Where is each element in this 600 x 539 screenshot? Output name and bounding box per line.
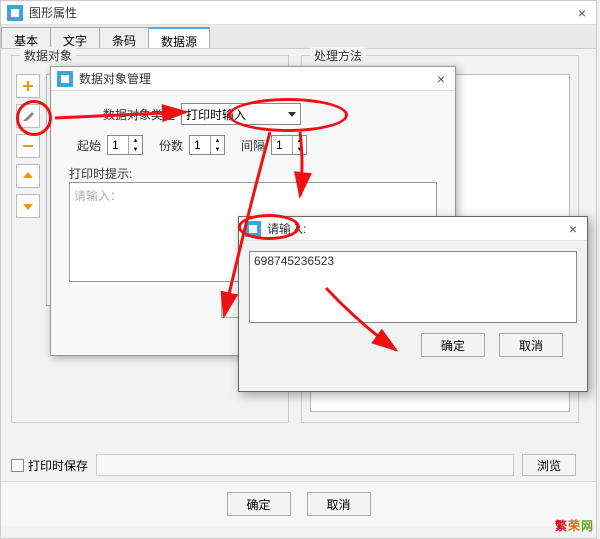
add-button[interactable] xyxy=(16,74,40,98)
start-spinner[interactable]: 1▲▼ xyxy=(107,135,143,155)
gap-label: 间隔 xyxy=(241,137,265,154)
tab-basic[interactable]: 基本 xyxy=(1,27,51,48)
save-bar: 打印时保存 浏览 xyxy=(11,452,576,478)
input-app-icon xyxy=(245,221,261,237)
copies-spinner[interactable]: 1▲▼ xyxy=(189,135,225,155)
gap-spinner[interactable]: 1▲▼ xyxy=(271,135,307,155)
main-cancel-button[interactable]: 取消 xyxy=(307,492,371,516)
input-titlebar: 请输入: × xyxy=(239,217,587,241)
type-label: 数据对象类型 xyxy=(103,106,175,123)
browse-button[interactable]: 浏览 xyxy=(522,454,576,476)
remove-button[interactable] xyxy=(16,134,40,158)
tab-text[interactable]: 文字 xyxy=(50,27,100,48)
prompt-label: 打印时提示: xyxy=(69,165,437,182)
fieldset-method-label: 处理方法 xyxy=(310,47,366,64)
copies-label: 份数 xyxy=(159,137,183,154)
input-text-field[interactable]: 698745236523 xyxy=(249,251,577,323)
input-dialog: 请输入: × 698745236523 确定 取消 xyxy=(238,216,588,392)
watermark: 繁荣网 xyxy=(555,514,594,535)
sub-close-icon[interactable]: × xyxy=(433,71,449,87)
save-on-print-checkbox[interactable] xyxy=(11,459,24,472)
save-path-field[interactable] xyxy=(96,454,514,476)
input-body: 698745236523 确定 取消 xyxy=(239,241,587,367)
fieldset-dataobj-label: 数据对象 xyxy=(20,47,76,64)
side-button-column xyxy=(16,74,40,218)
input-close-icon[interactable]: × xyxy=(565,221,581,237)
sub-titlebar: 数据对象管理 × xyxy=(51,67,455,91)
type-value: 打印时输入 xyxy=(186,106,246,123)
save-on-print-label: 打印时保存 xyxy=(28,457,88,474)
main-ok-button[interactable]: 确定 xyxy=(227,492,291,516)
close-icon[interactable]: × xyxy=(574,5,590,21)
sub-title: 数据对象管理 xyxy=(79,70,433,87)
move-up-button[interactable] xyxy=(16,164,40,188)
main-title: 图形属性 xyxy=(29,4,574,21)
sub-app-icon xyxy=(57,71,73,87)
input-value: 698745236523 xyxy=(254,254,334,268)
type-combobox[interactable]: 打印时输入 xyxy=(181,103,301,125)
main-dialog-buttons: 确定 取消 xyxy=(1,481,596,526)
chevron-down-icon xyxy=(288,112,296,117)
start-label: 起始 xyxy=(77,137,101,154)
tabs-bar: 基本 文字 条码 数据源 xyxy=(1,25,596,49)
main-titlebar: 图形属性 × xyxy=(1,1,596,25)
app-icon xyxy=(7,5,23,21)
edit-button[interactable] xyxy=(16,104,40,128)
input-cancel-button[interactable]: 取消 xyxy=(499,333,563,357)
prompt-placeholder: 请输入： xyxy=(74,189,122,203)
tab-datasource[interactable]: 数据源 xyxy=(148,27,210,48)
move-down-button[interactable] xyxy=(16,194,40,218)
input-ok-button[interactable]: 确定 xyxy=(421,333,485,357)
tab-barcode[interactable]: 条码 xyxy=(99,27,149,48)
input-title: 请输入: xyxy=(267,220,565,237)
